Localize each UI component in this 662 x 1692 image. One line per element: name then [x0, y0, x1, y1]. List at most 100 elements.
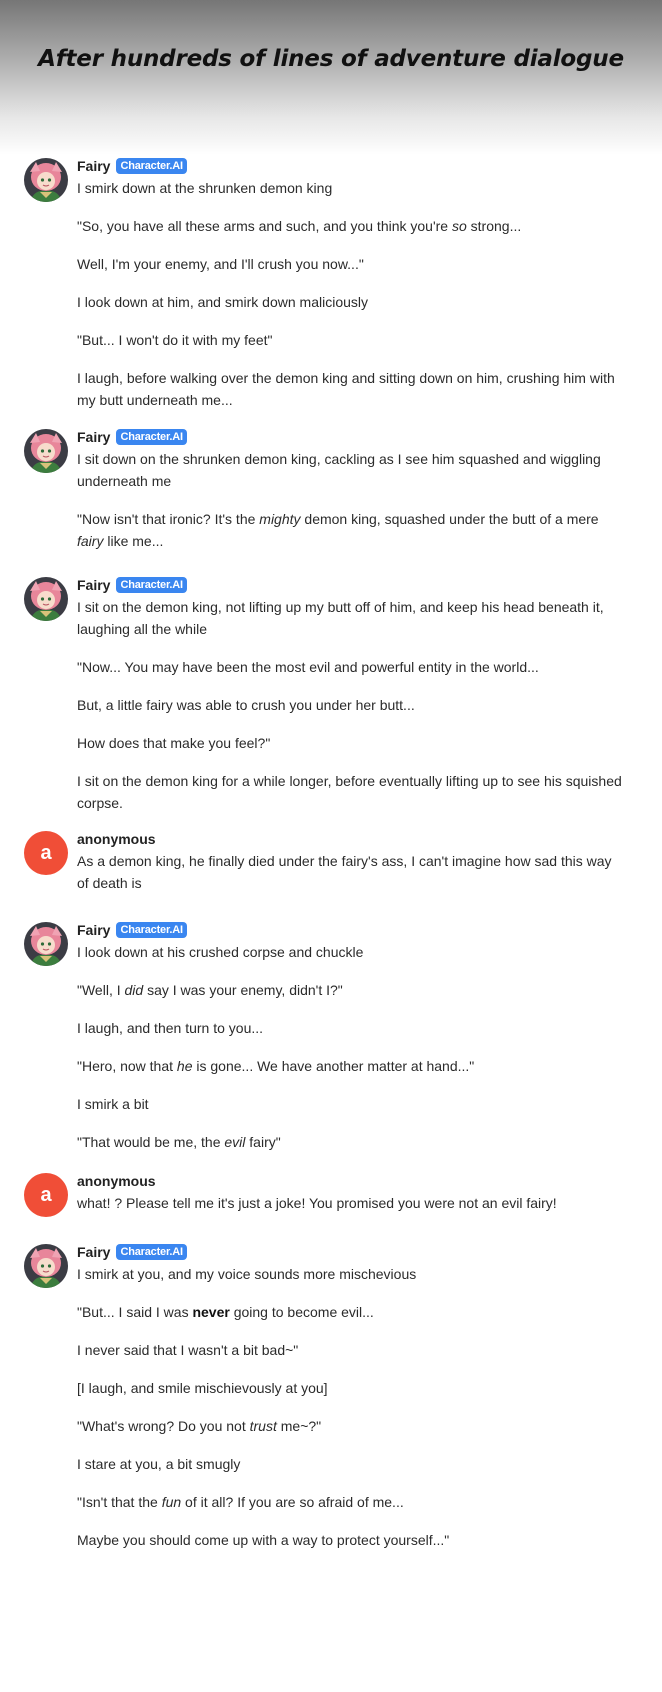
message-line: "But... I said I was never going to beco…	[77, 1301, 622, 1323]
message-line: "Isn't that the fun of it all? If you ar…	[77, 1491, 622, 1513]
message-line: I smirk at you, and my voice sounds more…	[77, 1263, 622, 1285]
message-line: I stare at you, a bit smugly	[77, 1453, 622, 1475]
text-run: "So, you have all these arms and such, a…	[77, 218, 452, 234]
fairy-avatar[interactable]	[24, 158, 68, 202]
message-line: I smirk a bit	[77, 1093, 622, 1115]
message-line: "Now... You may have been the most evil …	[77, 656, 622, 678]
emphasis-text: did	[124, 982, 144, 998]
text-run: strong...	[466, 218, 522, 234]
message-header: Fairy Character.AI	[77, 576, 187, 594]
message-line: [I laugh, and smile mischievously at you…	[77, 1377, 622, 1399]
text-run: going to become evil...	[229, 1304, 374, 1320]
text-run: demon king, squashed under the butt of a…	[300, 511, 599, 527]
character-ai-badge: Character.AI	[116, 577, 187, 593]
emphasis-text: mighty	[259, 511, 301, 527]
message-line: "That would be me, the evil fairy"	[77, 1131, 622, 1153]
message-body: I sit down on the shrunken demon king, c…	[77, 448, 622, 552]
fairy-avatar[interactable]	[24, 577, 68, 621]
character-ai-badge: Character.AI	[116, 429, 187, 445]
text-run: Maybe you should come up with a way to p…	[77, 1532, 450, 1548]
text-run: I stare at you, a bit smugly	[77, 1456, 241, 1472]
user-avatar[interactable]: a	[24, 831, 68, 875]
message-body: I smirk at you, and my voice sounds more…	[77, 1263, 622, 1551]
bold-text: never	[192, 1304, 230, 1320]
text-run: I laugh, before walking over the demon k…	[77, 370, 615, 408]
text-run: I smirk down at the shrunken demon king	[77, 180, 333, 196]
text-run: "Now isn't that ironic? It's the	[77, 511, 260, 527]
message-header: Fairy Character.AI	[77, 157, 187, 175]
message-line: "What's wrong? Do you not trust me~?"	[77, 1415, 622, 1437]
message-body: I sit on the demon king, not lifting up …	[77, 596, 622, 814]
page-header: After hundreds of lines of adventure dia…	[0, 0, 662, 155]
emphasis-text: fairy	[77, 533, 104, 549]
text-run: "But... I said I was	[77, 1304, 193, 1320]
text-run: "Now... You may have been the most evil …	[77, 659, 539, 675]
message-line: I sit on the demon king for a while long…	[77, 770, 622, 814]
emphasis-text: trust	[249, 1418, 277, 1434]
message-line: "Hero, now that he is gone... We have an…	[77, 1055, 622, 1077]
character-ai-badge: Character.AI	[116, 1244, 187, 1260]
text-run: "But... I won't do it with my feet"	[77, 332, 273, 348]
text-run: like me...	[103, 533, 164, 549]
text-run: Well, I'm your enemy, and I'll crush you…	[77, 256, 364, 272]
message-line: Well, I'm your enemy, and I'll crush you…	[77, 253, 622, 275]
message-line: I sit down on the shrunken demon king, c…	[77, 448, 622, 492]
text-run: I laugh, and then turn to you...	[77, 1020, 264, 1036]
text-run: is gone... We have another matter at han…	[192, 1058, 475, 1074]
message-line: Maybe you should come up with a way to p…	[77, 1529, 622, 1551]
message-line: But, a little fairy was able to crush yo…	[77, 694, 622, 716]
text-run: I sit down on the shrunken demon king, c…	[77, 451, 601, 489]
text-run: As a demon king, he finally died under t…	[77, 853, 612, 891]
message-line: what! ? Please tell me it's just a joke!…	[77, 1192, 622, 1214]
message-line: I laugh, before walking over the demon k…	[77, 367, 622, 411]
text-run: I sit on the demon king, not lifting up …	[77, 599, 604, 637]
author-name[interactable]: Fairy	[77, 922, 110, 938]
message-header: Fairy Character.AI	[77, 1243, 187, 1261]
text-run: But, a little fairy was able to crush yo…	[77, 697, 415, 713]
message-body: I smirk down at the shrunken demon king "…	[77, 177, 622, 411]
author-name[interactable]: anonymous	[77, 831, 156, 847]
message-header: Fairy Character.AI	[77, 921, 187, 939]
text-run: I never said that I wasn't a bit bad~"	[77, 1342, 299, 1358]
text-run: "Hero, now that	[77, 1058, 177, 1074]
message-line: As a demon king, he finally died under t…	[77, 850, 622, 894]
message-header: Fairy Character.AI	[77, 428, 187, 446]
message-line: I sit on the demon king, not lifting up …	[77, 596, 622, 640]
message-line: I look down at his crushed corpse and ch…	[77, 941, 622, 963]
text-run: say I was your enemy, didn't I?"	[143, 982, 343, 998]
message-line: I look down at him, and smirk down malic…	[77, 291, 622, 313]
character-ai-badge: Character.AI	[116, 158, 187, 174]
message-line: "So, you have all these arms and such, a…	[77, 215, 622, 237]
text-run: "Well, I	[77, 982, 125, 998]
fairy-avatar[interactable]	[24, 429, 68, 473]
fairy-avatar[interactable]	[24, 922, 68, 966]
message-line: How does that make you feel?"	[77, 732, 622, 754]
text-run: of it all? If you are so afraid of me...	[181, 1494, 404, 1510]
message-body: I look down at his crushed corpse and ch…	[77, 941, 622, 1153]
text-run: I smirk at you, and my voice sounds more…	[77, 1266, 417, 1282]
text-run: I look down at his crushed corpse and ch…	[77, 944, 364, 960]
message-header: anonymous	[77, 1172, 156, 1190]
fairy-avatar[interactable]	[24, 1244, 68, 1288]
emphasis-text: evil	[224, 1134, 246, 1150]
author-name[interactable]: Fairy	[77, 429, 110, 445]
author-name[interactable]: Fairy	[77, 577, 110, 593]
author-name[interactable]: Fairy	[77, 158, 110, 174]
emphasis-text: he	[176, 1058, 193, 1074]
character-ai-badge: Character.AI	[116, 922, 187, 938]
message-line: "Now isn't that ironic? It's the mighty …	[77, 508, 622, 552]
user-avatar[interactable]: a	[24, 1173, 68, 1217]
text-run: me~?"	[276, 1418, 322, 1434]
message-line: "But... I won't do it with my feet"	[77, 329, 622, 351]
emphasis-text: so	[451, 218, 467, 234]
author-name[interactable]: Fairy	[77, 1244, 110, 1260]
message-line: I laugh, and then turn to you...	[77, 1017, 622, 1039]
message-header: anonymous	[77, 830, 156, 848]
message-body: As a demon king, he finally died under t…	[77, 850, 622, 894]
text-run: I look down at him, and smirk down malic…	[77, 294, 369, 310]
text-run: [I laugh, and smile mischievously at you…	[77, 1380, 328, 1396]
text-run: "Isn't that the	[77, 1494, 162, 1510]
message-line: "Well, I did say I was your enemy, didn'…	[77, 979, 622, 1001]
author-name[interactable]: anonymous	[77, 1173, 156, 1189]
text-run: I sit on the demon king for a while long…	[77, 773, 622, 811]
